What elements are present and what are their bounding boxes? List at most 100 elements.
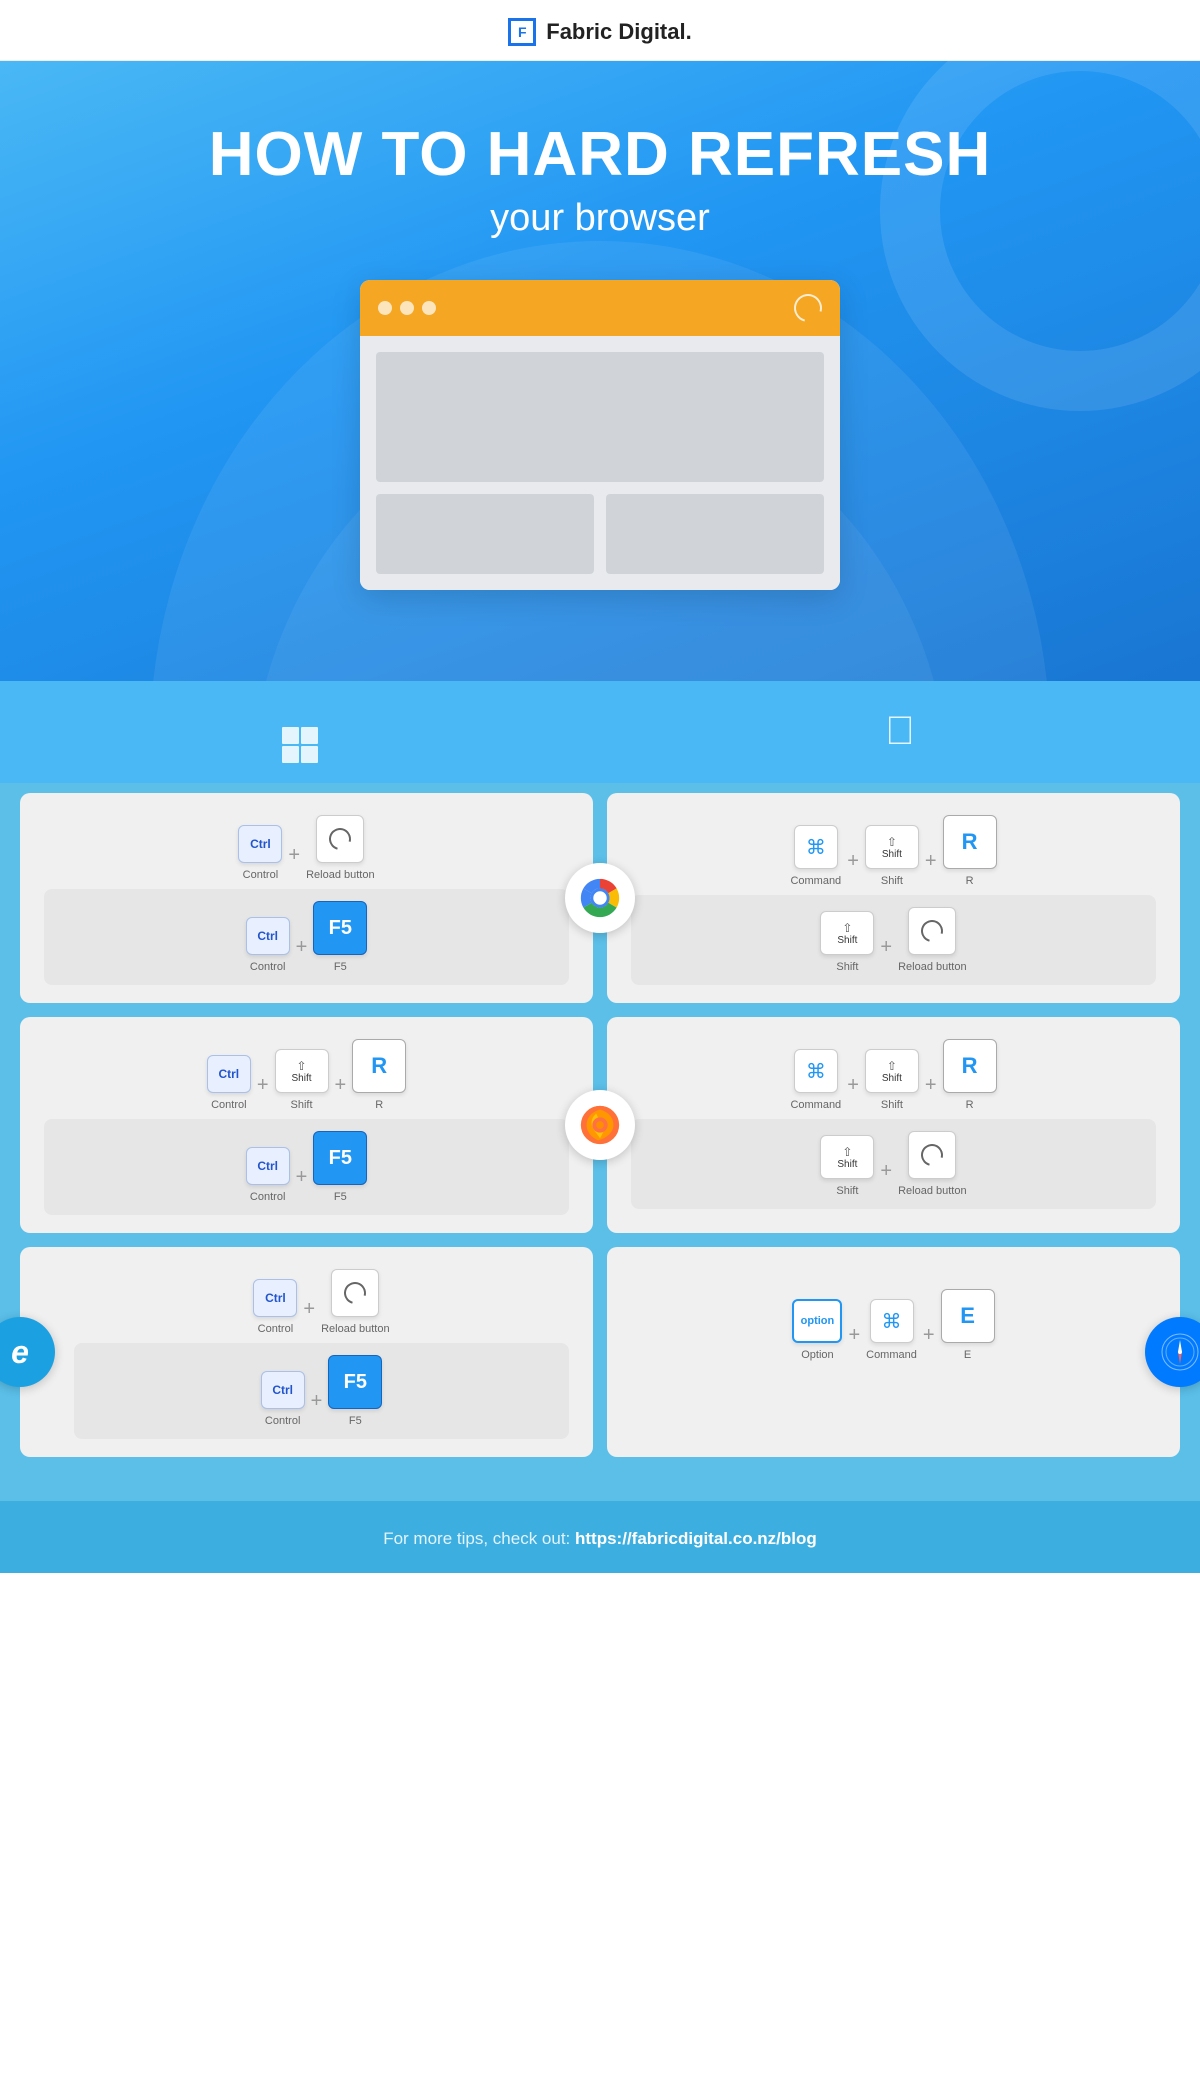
- reload-key2: [908, 907, 956, 955]
- ctrl-key2: Ctrl: [246, 917, 290, 955]
- ff-plus-2: +: [335, 1075, 347, 1095]
- logo-text: Fabric Digital.: [546, 19, 691, 45]
- ff-r-key-group2: R R: [943, 1039, 997, 1111]
- reload-label2: Reload button: [898, 961, 967, 973]
- ff-shift-label: Shift: [290, 1099, 312, 1111]
- reload-label: Reload button: [306, 869, 375, 881]
- firefox-row: Ctrl Control + ⇧ Shift Shift + R R: [20, 1017, 1180, 1233]
- hero-title-line1: HOW TO HARD REFRESH: [0, 121, 1200, 189]
- apple-icon: : [885, 709, 915, 753]
- plus-3: +: [847, 851, 859, 871]
- logo-icon: F: [508, 18, 536, 46]
- browser-refresh-icon: [789, 289, 827, 327]
- ctrl-key: Ctrl: [238, 825, 282, 863]
- footer-link[interactable]: https://fabricdigital.co.nz/blog: [575, 1529, 817, 1548]
- ff-mac-shortcut2: ⇧ Shift Shift + Reload button: [631, 1119, 1156, 1209]
- safari-plus-1: +: [848, 1325, 860, 1345]
- ff-r-label: R: [375, 1099, 383, 1111]
- ie-plus-2: +: [311, 1391, 323, 1411]
- chrome-win-shortcut2: Ctrl Control + F5 F5: [44, 889, 569, 985]
- f5-key-group: F5 F5: [313, 901, 367, 973]
- reload-icon: [325, 824, 355, 854]
- ff-plus-1: +: [257, 1075, 269, 1095]
- browser-content-main: [376, 352, 824, 482]
- cmd-key-group: ⌘ Command: [790, 825, 841, 887]
- plus-2: +: [296, 937, 308, 957]
- chrome-row: Ctrl Control + Reload button Ctrl Contro…: [20, 793, 1180, 1003]
- ie-f5-label: F5: [349, 1415, 362, 1427]
- ff-ctrl-key: Ctrl: [207, 1055, 251, 1093]
- safari-plus-2: +: [923, 1325, 935, 1345]
- content-area: Ctrl Control + Reload button Ctrl Contro…: [0, 783, 1200, 1501]
- f5-key: F5: [313, 901, 367, 955]
- ie-plus-1: +: [303, 1299, 315, 1319]
- ie-logo: e: [0, 1317, 55, 1387]
- browser-content-col-2: [606, 494, 824, 574]
- ff-win-shortcut1: Ctrl Control + ⇧ Shift Shift + R R: [44, 1039, 569, 1111]
- ff-shift-key-group2: ⇧ Shift Shift: [865, 1049, 919, 1111]
- ff-shift-label2: Shift: [881, 1099, 903, 1111]
- ff-r-key: R: [352, 1039, 406, 1093]
- chrome-win-shortcut1: Ctrl Control + Reload button: [44, 815, 569, 881]
- ff-f5-key-group: F5 F5: [313, 1131, 367, 1203]
- f5-label: F5: [334, 961, 347, 973]
- ie-ctrl-key2: Ctrl: [261, 1371, 305, 1409]
- ff-reload-key-group: Reload button: [898, 1131, 967, 1197]
- windows-icon: [282, 727, 318, 763]
- ff-r-label2: R: [966, 1099, 974, 1111]
- ff-ctrl-label2: Control: [250, 1191, 285, 1203]
- ctrl-label: Control: [243, 869, 278, 881]
- ff-r-key-group: R R: [352, 1039, 406, 1111]
- ctrl-label2: Control: [250, 961, 285, 973]
- ff-plus-5: +: [925, 1075, 937, 1095]
- firefox-icon: [577, 1102, 623, 1148]
- option-label: Option: [801, 1349, 833, 1361]
- header: F Fabric Digital.: [0, 0, 1200, 61]
- plus-5: +: [880, 937, 892, 957]
- safari-e-key: E: [941, 1289, 995, 1343]
- ie-win-shortcut1: Ctrl Control + Reload button: [74, 1269, 569, 1335]
- safari-cmd-key: ⌘: [870, 1299, 914, 1343]
- safari-compass-icon: [1160, 1332, 1200, 1372]
- ie-ctrl-key-group: Ctrl Control: [253, 1279, 297, 1335]
- ff-shift-label3: Shift: [836, 1185, 858, 1197]
- cmd-label: Command: [790, 875, 841, 887]
- ie-safari-row: e Ctrl Control + Reload button Ctrl: [20, 1247, 1180, 1457]
- ff-shift-key2: ⇧ Shift: [865, 1049, 919, 1093]
- ie-win-shortcut2: Ctrl Control + F5 F5: [74, 1343, 569, 1439]
- ie-ctrl-label2: Control: [265, 1415, 300, 1427]
- ff-win-shortcut2: Ctrl Control + F5 F5: [44, 1119, 569, 1215]
- browser-dot-2: [400, 301, 414, 315]
- shift-key2: ⇧ Shift: [820, 911, 874, 955]
- chrome-icon: [577, 875, 623, 921]
- ie-ctrl-key: Ctrl: [253, 1279, 297, 1317]
- ff-shift-key3: ⇧ Shift: [820, 1135, 874, 1179]
- chrome-mac-shortcut1: ⌘ Command + ⇧ Shift Shift + R R: [631, 815, 1156, 887]
- ie-panel: e Ctrl Control + Reload button Ctrl: [20, 1247, 593, 1457]
- ie-ctrl-key-group2: Ctrl Control: [261, 1371, 305, 1427]
- hero-title-line2: your browser: [0, 197, 1200, 240]
- browser-dot-3: [422, 301, 436, 315]
- ff-reload-icon: [917, 1140, 947, 1170]
- browser-content-col-1: [376, 494, 594, 574]
- ff-plus-4: +: [847, 1075, 859, 1095]
- ff-mac-shortcut1: ⌘ Command + ⇧ Shift Shift + R R: [631, 1039, 1156, 1111]
- ff-f5-key: F5: [313, 1131, 367, 1185]
- chrome-mac-panel: ⌘ Command + ⇧ Shift Shift + R R: [607, 793, 1180, 1003]
- ff-plus-3: +: [296, 1167, 308, 1187]
- reload-key-group: Reload button: [306, 815, 375, 881]
- ff-ctrl-key2: Ctrl: [246, 1147, 290, 1185]
- ie-f5-key: F5: [328, 1355, 382, 1409]
- ff-ctrl-key-group2: Ctrl Control: [246, 1147, 290, 1203]
- option-key-group: option Option: [792, 1299, 842, 1361]
- r-label: R: [966, 875, 974, 887]
- ff-cmd-key-group: ⌘ Command: [790, 1049, 841, 1111]
- ctrl-key-group2: Ctrl Control: [246, 917, 290, 973]
- ff-cmd-label: Command: [790, 1099, 841, 1111]
- safari-e-label: E: [964, 1349, 971, 1361]
- ctrl-key-group: Ctrl Control: [238, 825, 282, 881]
- browser-content-bottom: [376, 494, 824, 574]
- ff-cmd-key: ⌘: [794, 1049, 838, 1093]
- ff-reload-key: [908, 1131, 956, 1179]
- browser-body: [360, 336, 840, 590]
